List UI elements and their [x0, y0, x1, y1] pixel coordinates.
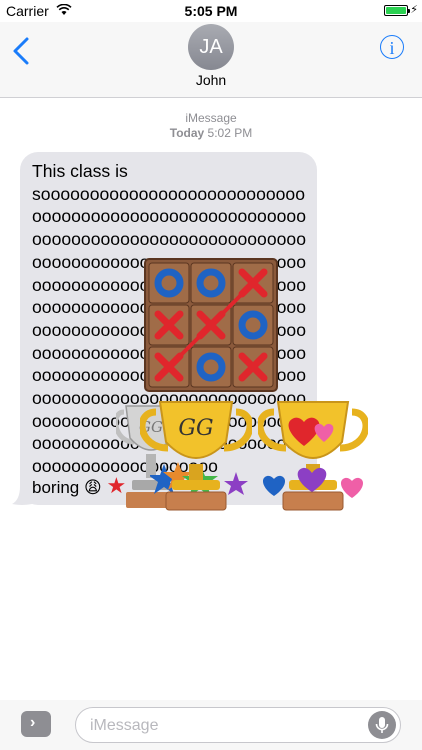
- message-input[interactable]: iMessage: [75, 707, 401, 743]
- hearts-sticker[interactable]: [262, 466, 366, 502]
- status-bar: Carrier 5:05 PM ⚡: [0, 0, 422, 22]
- service-label: iMessage: [185, 111, 237, 125]
- timestamp-day: Today: [169, 126, 205, 140]
- app-drawer-button[interactable]: ›: [21, 711, 51, 737]
- timestamp-time: 5:02 PM: [207, 126, 253, 140]
- bubble-tail: [12, 486, 32, 505]
- message-last-line: boring 😩 ★: [32, 474, 126, 500]
- avatar[interactable]: JA: [188, 24, 234, 70]
- info-icon[interactable]: i: [380, 35, 404, 59]
- battery-icon: [384, 5, 410, 16]
- contact-name[interactable]: John: [0, 72, 422, 88]
- tictactoe-sticker[interactable]: [144, 258, 278, 392]
- clock: 5:05 PM: [184, 3, 238, 19]
- gold-trophy-gg-sticker[interactable]: GG: [140, 398, 252, 512]
- timestamp: Today 5:02 PM: [0, 126, 422, 140]
- message-last-word: boring: [32, 478, 80, 497]
- gold-trophy-engraving: GG: [178, 416, 213, 441]
- purple-heart-icon: [297, 467, 327, 492]
- message-first-line: This class is: [32, 161, 128, 181]
- charging-icon: ⚡: [410, 4, 418, 16]
- chevron-right-icon: ›: [30, 714, 36, 731]
- pink-heart-icon: [340, 477, 364, 498]
- compose-bar: › iMessage: [0, 700, 422, 750]
- blue-heart-icon: [262, 475, 286, 496]
- microphone-icon: [375, 717, 389, 733]
- back-chevron-icon[interactable]: [10, 36, 34, 66]
- conversation-header: JA John i: [0, 22, 422, 98]
- message-input-placeholder: iMessage: [90, 717, 159, 734]
- weary-face-emoji: 😩: [84, 478, 102, 497]
- microphone-button[interactable]: [368, 711, 396, 739]
